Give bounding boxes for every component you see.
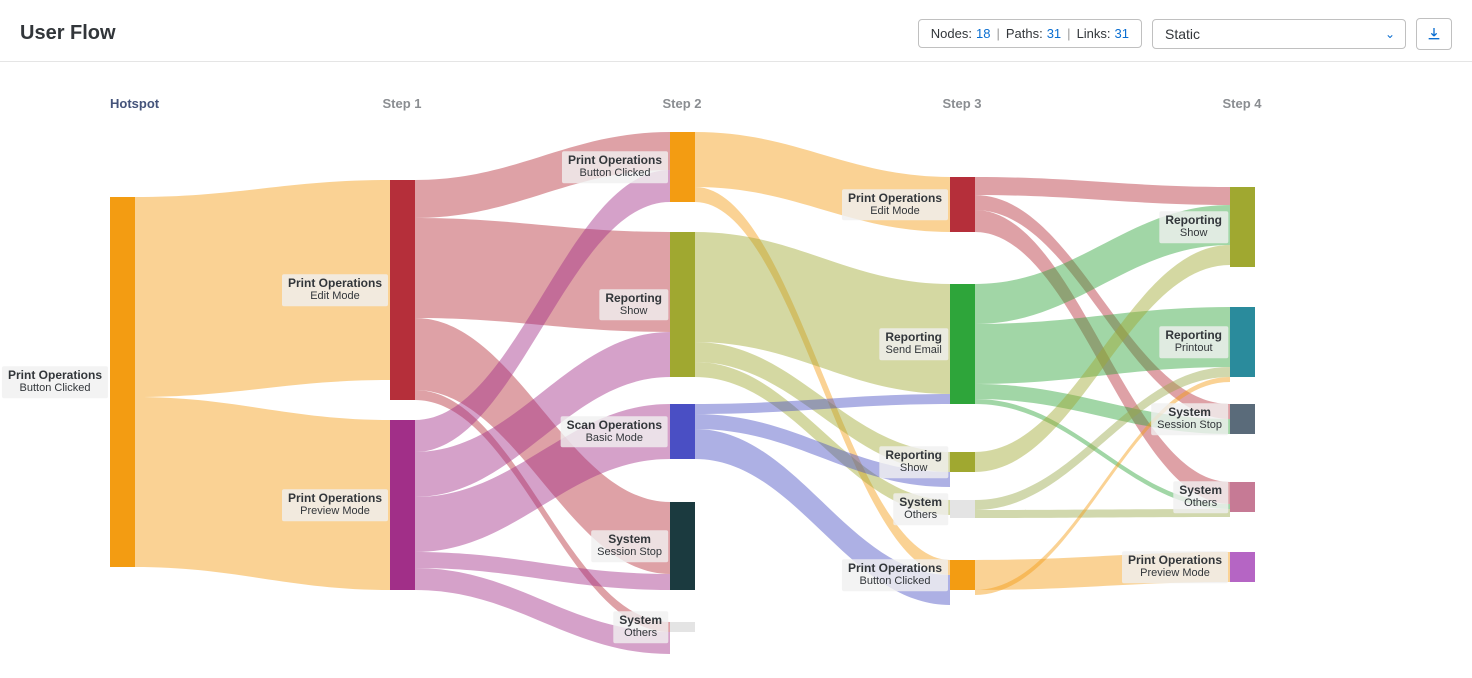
sankey-node[interactable] [950,560,975,590]
sankey-node[interactable] [1230,187,1255,267]
sankey-node[interactable] [670,502,695,590]
header: User Flow Nodes: 18 | Paths: 31 | Links:… [0,0,1472,62]
sankey-node[interactable] [670,132,695,202]
sankey-node[interactable] [670,622,695,632]
sankey-node[interactable] [1230,552,1255,582]
sankey-node[interactable] [950,177,975,232]
stats-badge: Nodes: 18 | Paths: 31 | Links: 31 [918,19,1142,48]
sankey-link[interactable] [135,397,390,590]
sankey-node[interactable] [670,404,695,459]
links-label: Links: [1077,26,1111,41]
sankey-node[interactable] [110,197,135,567]
sankey-node[interactable] [950,500,975,518]
sankey-link[interactable] [975,509,1230,518]
sankey-node[interactable] [950,284,975,404]
download-button[interactable] [1416,18,1452,50]
paths-label: Paths: [1006,26,1043,41]
download-icon [1426,26,1442,42]
sankey-node[interactable] [670,232,695,377]
page-title: User Flow [20,22,116,45]
sankey-link[interactable] [135,180,390,397]
nodes-count: 18 [976,26,990,41]
sankey-node[interactable] [390,420,415,590]
sankey-link[interactable] [975,177,1230,205]
chevron-down-icon: ⌄ [1385,27,1395,41]
toolbar: Nodes: 18 | Paths: 31 | Links: 31 Static… [918,18,1452,50]
sankey-node[interactable] [950,452,975,472]
mode-selected-label: Static [1165,26,1200,42]
sankey-node[interactable] [390,180,415,400]
sankey-node[interactable] [1230,404,1255,434]
paths-count: 31 [1047,26,1061,41]
mode-select[interactable]: Static ⌄ [1152,19,1406,49]
sankey-node[interactable] [1230,307,1255,377]
sankey-chart: HotspotStep 1Step 2Step 3Step 4 Print Op… [0,62,1472,678]
links-count: 31 [1115,26,1129,41]
sankey-node[interactable] [1230,482,1255,512]
nodes-label: Nodes: [931,26,972,41]
